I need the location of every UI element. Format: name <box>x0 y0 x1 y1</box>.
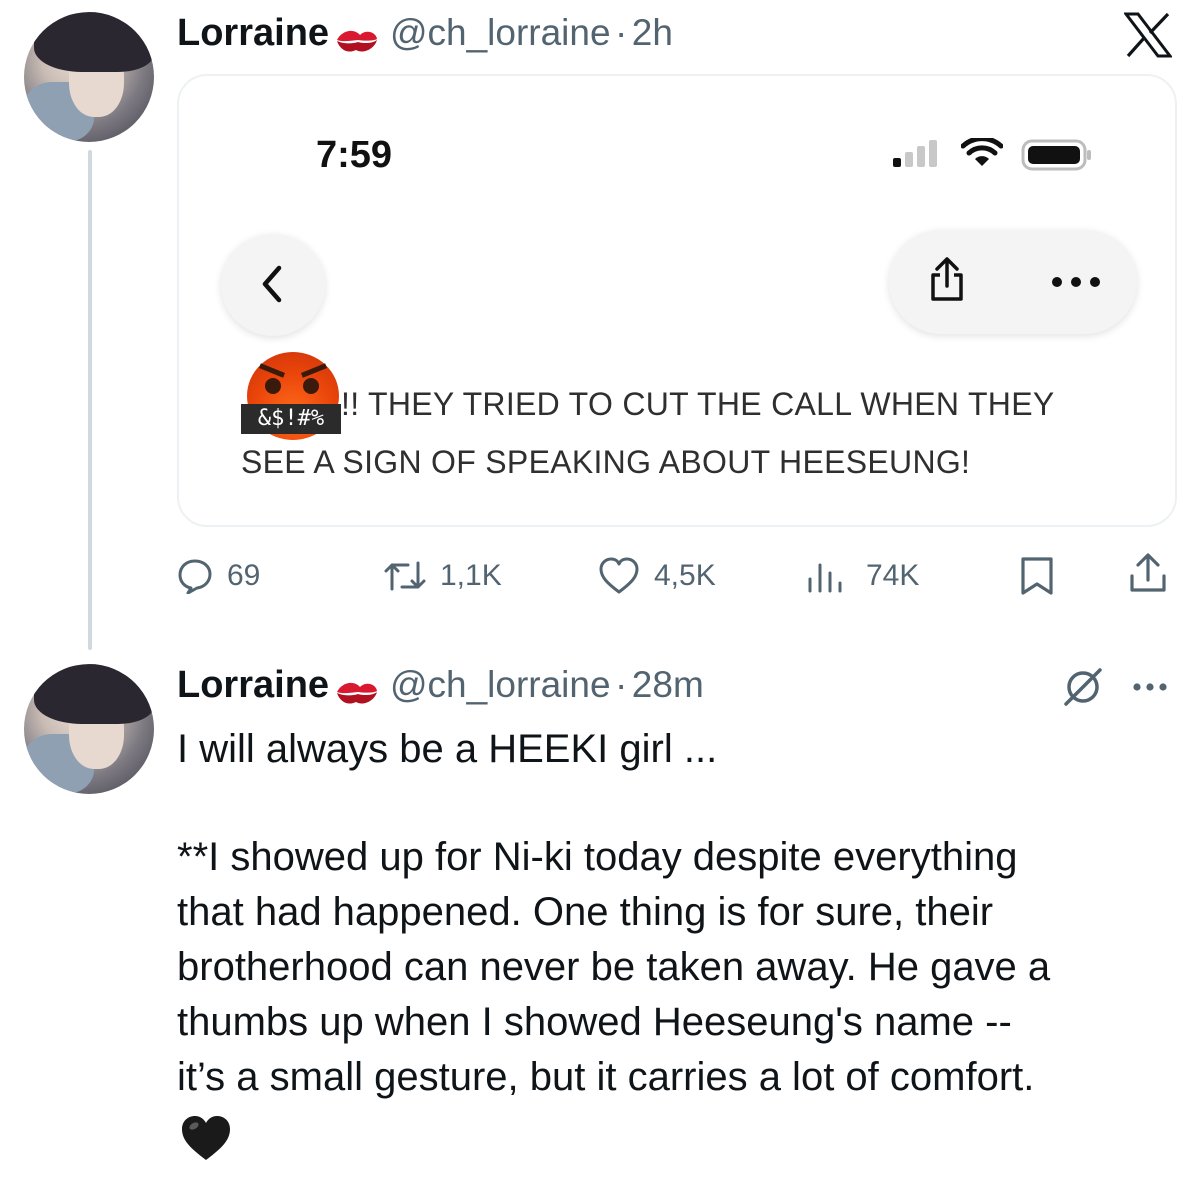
author-handle[interactable]: @ch_lorraine <box>390 664 611 705</box>
post-header: Lorraine @ch_lorraine · 28m <box>177 664 704 708</box>
more-dots-icon[interactable] <box>1051 276 1101 288</box>
screenshot-action-pill <box>889 230 1137 334</box>
kiss-emoji-icon <box>336 682 377 704</box>
post-text-line1: I will always be a HEEKI girl ... <box>177 727 718 771</box>
reply-button[interactable]: 69 <box>177 556 260 596</box>
x-logo-icon[interactable] <box>1124 12 1172 58</box>
author-handle[interactable]: @ch_lorraine <box>390 12 611 53</box>
post-time[interactable]: 28m <box>632 664 704 705</box>
kiss-emoji-icon <box>336 30 377 52</box>
post-text-line: thumbs up when I showed Heeseung's name … <box>177 1000 1012 1044</box>
like-button[interactable]: 4,5K <box>598 556 716 596</box>
screenshot-text-line2: SEE A SIGN OF SPEAKING ABOUT HEESEUNG! <box>241 444 971 480</box>
more-dots-icon[interactable] <box>1132 682 1168 692</box>
reply-count: 69 <box>227 559 261 592</box>
angry-cursing-emoji: &$!#% <box>241 352 343 442</box>
black-heart-emoji <box>182 1116 230 1160</box>
post-text-line: **I showed up for Ni-ki today despite ev… <box>177 835 1018 879</box>
wifi-icon <box>961 138 1003 166</box>
author-name[interactable]: Lorraine <box>177 12 329 54</box>
grok-icon[interactable] <box>1062 666 1104 708</box>
post-text-line: brotherhood can never be taken away. He … <box>177 945 1051 989</box>
share-icon[interactable] <box>927 256 967 302</box>
views-count: 74K <box>866 559 920 592</box>
signal-icon <box>893 140 937 167</box>
repost-button[interactable]: 1,1K <box>382 556 502 596</box>
post-text-line: that had happened. One thing is for sure… <box>177 890 994 934</box>
heart-emoji-text: 🖤 <box>0 0 1 1</box>
thread-line <box>88 150 92 650</box>
repost-icon <box>384 561 426 591</box>
embedded-screenshot-card[interactable]: 7:59 &$!#% !! THEY TRIED TO CUT THE CALL… <box>177 74 1177 527</box>
bookmark-icon[interactable] <box>1020 556 1054 596</box>
views-button[interactable]: 74K <box>806 556 919 596</box>
separator: · <box>615 12 628 53</box>
separator: · <box>615 664 628 705</box>
repost-count: 1,1K <box>440 559 502 592</box>
avatar[interactable] <box>24 664 154 794</box>
battery-icon <box>1021 139 1091 171</box>
screenshot-text-line1: !! THEY TRIED TO CUT THE CALL WHEN THEY <box>341 386 1055 422</box>
upload-icon[interactable] <box>1128 552 1168 594</box>
back-button[interactable] <box>221 234 325 336</box>
post-text-line: it’s a small gesture, but it carries a l… <box>177 1055 1035 1099</box>
emoji-censor-label: &$!#% <box>241 404 341 434</box>
reply-icon <box>178 559 212 594</box>
views-icon <box>808 563 842 593</box>
post-time[interactable]: 2h <box>632 12 673 53</box>
status-time: 7:59 <box>316 134 393 176</box>
like-count: 4,5K <box>654 559 716 592</box>
post-text-paragraph: **I showed up for Ni-ki today despite ev… <box>177 830 1050 1105</box>
avatar[interactable] <box>24 12 154 142</box>
post-header: Lorraine @ch_lorraine · 2h <box>177 12 673 56</box>
back-chevron-icon <box>262 265 282 303</box>
author-name[interactable]: Lorraine <box>177 664 329 706</box>
like-icon <box>599 557 639 594</box>
